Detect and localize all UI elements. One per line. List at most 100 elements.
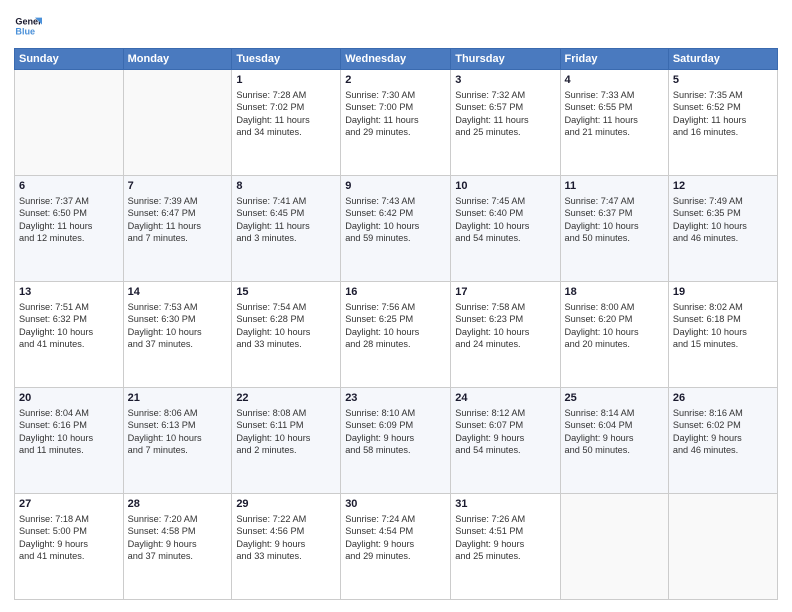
- calendar-cell: 14Sunrise: 7:53 AM Sunset: 6:30 PM Dayli…: [123, 282, 232, 388]
- day-number: 6: [19, 179, 119, 194]
- day-number: 25: [565, 391, 664, 406]
- calendar-cell: 18Sunrise: 8:00 AM Sunset: 6:20 PM Dayli…: [560, 282, 668, 388]
- day-number: 20: [19, 391, 119, 406]
- day-info: Sunrise: 7:45 AM Sunset: 6:40 PM Dayligh…: [455, 195, 555, 245]
- day-number: 31: [455, 497, 555, 512]
- day-number: 10: [455, 179, 555, 194]
- calendar-cell: 15Sunrise: 7:54 AM Sunset: 6:28 PM Dayli…: [232, 282, 341, 388]
- calendar-cell: 8Sunrise: 7:41 AM Sunset: 6:45 PM Daylig…: [232, 176, 341, 282]
- day-info: Sunrise: 7:26 AM Sunset: 4:51 PM Dayligh…: [455, 513, 555, 563]
- weekday-thursday: Thursday: [451, 49, 560, 70]
- day-info: Sunrise: 8:02 AM Sunset: 6:18 PM Dayligh…: [673, 301, 773, 351]
- calendar-week-2: 13Sunrise: 7:51 AM Sunset: 6:32 PM Dayli…: [15, 282, 778, 388]
- calendar-cell: 30Sunrise: 7:24 AM Sunset: 4:54 PM Dayli…: [341, 494, 451, 600]
- calendar-cell: 27Sunrise: 7:18 AM Sunset: 5:00 PM Dayli…: [15, 494, 124, 600]
- calendar-cell: 22Sunrise: 8:08 AM Sunset: 6:11 PM Dayli…: [232, 388, 341, 494]
- logo: General Blue: [14, 12, 42, 40]
- calendar-cell: 26Sunrise: 8:16 AM Sunset: 6:02 PM Dayli…: [668, 388, 777, 494]
- day-info: Sunrise: 7:28 AM Sunset: 7:02 PM Dayligh…: [236, 89, 336, 139]
- calendar-cell: [668, 494, 777, 600]
- day-number: 21: [128, 391, 228, 406]
- day-info: Sunrise: 7:41 AM Sunset: 6:45 PM Dayligh…: [236, 195, 336, 245]
- calendar-cell: 20Sunrise: 8:04 AM Sunset: 6:16 PM Dayli…: [15, 388, 124, 494]
- calendar-table: SundayMondayTuesdayWednesdayThursdayFrid…: [14, 48, 778, 600]
- day-number: 27: [19, 497, 119, 512]
- day-info: Sunrise: 7:54 AM Sunset: 6:28 PM Dayligh…: [236, 301, 336, 351]
- calendar-cell: 31Sunrise: 7:26 AM Sunset: 4:51 PM Dayli…: [451, 494, 560, 600]
- day-number: 5: [673, 73, 773, 88]
- day-number: 4: [565, 73, 664, 88]
- calendar-cell: 17Sunrise: 7:58 AM Sunset: 6:23 PM Dayli…: [451, 282, 560, 388]
- day-info: Sunrise: 7:20 AM Sunset: 4:58 PM Dayligh…: [128, 513, 228, 563]
- calendar-cell: 4Sunrise: 7:33 AM Sunset: 6:55 PM Daylig…: [560, 70, 668, 176]
- day-info: Sunrise: 7:43 AM Sunset: 6:42 PM Dayligh…: [345, 195, 446, 245]
- day-number: 1: [236, 73, 336, 88]
- calendar-cell: 29Sunrise: 7:22 AM Sunset: 4:56 PM Dayli…: [232, 494, 341, 600]
- day-info: Sunrise: 8:12 AM Sunset: 6:07 PM Dayligh…: [455, 407, 555, 457]
- day-number: 30: [345, 497, 446, 512]
- day-number: 18: [565, 285, 664, 300]
- day-number: 3: [455, 73, 555, 88]
- day-number: 9: [345, 179, 446, 194]
- day-info: Sunrise: 7:58 AM Sunset: 6:23 PM Dayligh…: [455, 301, 555, 351]
- weekday-tuesday: Tuesday: [232, 49, 341, 70]
- day-number: 7: [128, 179, 228, 194]
- calendar-cell: 1Sunrise: 7:28 AM Sunset: 7:02 PM Daylig…: [232, 70, 341, 176]
- calendar-cell: 21Sunrise: 8:06 AM Sunset: 6:13 PM Dayli…: [123, 388, 232, 494]
- day-info: Sunrise: 8:14 AM Sunset: 6:04 PM Dayligh…: [565, 407, 664, 457]
- day-info: Sunrise: 8:04 AM Sunset: 6:16 PM Dayligh…: [19, 407, 119, 457]
- calendar-cell: 19Sunrise: 8:02 AM Sunset: 6:18 PM Dayli…: [668, 282, 777, 388]
- calendar-cell: 7Sunrise: 7:39 AM Sunset: 6:47 PM Daylig…: [123, 176, 232, 282]
- calendar-cell: 13Sunrise: 7:51 AM Sunset: 6:32 PM Dayli…: [15, 282, 124, 388]
- page: General Blue SundayMondayTuesdayWednesda…: [0, 0, 792, 612]
- weekday-sunday: Sunday: [15, 49, 124, 70]
- calendar-cell: 10Sunrise: 7:45 AM Sunset: 6:40 PM Dayli…: [451, 176, 560, 282]
- calendar-cell: 9Sunrise: 7:43 AM Sunset: 6:42 PM Daylig…: [341, 176, 451, 282]
- day-info: Sunrise: 7:49 AM Sunset: 6:35 PM Dayligh…: [673, 195, 773, 245]
- calendar-cell: 12Sunrise: 7:49 AM Sunset: 6:35 PM Dayli…: [668, 176, 777, 282]
- calendar-week-4: 27Sunrise: 7:18 AM Sunset: 5:00 PM Dayli…: [15, 494, 778, 600]
- day-number: 17: [455, 285, 555, 300]
- day-number: 23: [345, 391, 446, 406]
- day-info: Sunrise: 7:39 AM Sunset: 6:47 PM Dayligh…: [128, 195, 228, 245]
- svg-text:Blue: Blue: [15, 26, 35, 36]
- calendar-cell: 16Sunrise: 7:56 AM Sunset: 6:25 PM Dayli…: [341, 282, 451, 388]
- weekday-friday: Friday: [560, 49, 668, 70]
- day-info: Sunrise: 8:00 AM Sunset: 6:20 PM Dayligh…: [565, 301, 664, 351]
- header: General Blue: [14, 12, 778, 40]
- calendar-cell: [123, 70, 232, 176]
- calendar-cell: 3Sunrise: 7:32 AM Sunset: 6:57 PM Daylig…: [451, 70, 560, 176]
- day-number: 13: [19, 285, 119, 300]
- calendar-cell: 11Sunrise: 7:47 AM Sunset: 6:37 PM Dayli…: [560, 176, 668, 282]
- calendar-cell: 5Sunrise: 7:35 AM Sunset: 6:52 PM Daylig…: [668, 70, 777, 176]
- weekday-header-row: SundayMondayTuesdayWednesdayThursdayFrid…: [15, 49, 778, 70]
- calendar-cell: 25Sunrise: 8:14 AM Sunset: 6:04 PM Dayli…: [560, 388, 668, 494]
- day-number: 22: [236, 391, 336, 406]
- day-info: Sunrise: 8:08 AM Sunset: 6:11 PM Dayligh…: [236, 407, 336, 457]
- day-info: Sunrise: 7:22 AM Sunset: 4:56 PM Dayligh…: [236, 513, 336, 563]
- weekday-saturday: Saturday: [668, 49, 777, 70]
- day-info: Sunrise: 8:16 AM Sunset: 6:02 PM Dayligh…: [673, 407, 773, 457]
- day-info: Sunrise: 7:47 AM Sunset: 6:37 PM Dayligh…: [565, 195, 664, 245]
- day-number: 26: [673, 391, 773, 406]
- calendar-cell: [560, 494, 668, 600]
- day-info: Sunrise: 7:24 AM Sunset: 4:54 PM Dayligh…: [345, 513, 446, 563]
- day-info: Sunrise: 7:30 AM Sunset: 7:00 PM Dayligh…: [345, 89, 446, 139]
- day-number: 16: [345, 285, 446, 300]
- day-number: 19: [673, 285, 773, 300]
- weekday-monday: Monday: [123, 49, 232, 70]
- day-info: Sunrise: 8:10 AM Sunset: 6:09 PM Dayligh…: [345, 407, 446, 457]
- day-number: 14: [128, 285, 228, 300]
- calendar-cell: 28Sunrise: 7:20 AM Sunset: 4:58 PM Dayli…: [123, 494, 232, 600]
- calendar-cell: 6Sunrise: 7:37 AM Sunset: 6:50 PM Daylig…: [15, 176, 124, 282]
- day-number: 11: [565, 179, 664, 194]
- day-number: 8: [236, 179, 336, 194]
- day-number: 2: [345, 73, 446, 88]
- day-info: Sunrise: 7:18 AM Sunset: 5:00 PM Dayligh…: [19, 513, 119, 563]
- day-number: 24: [455, 391, 555, 406]
- day-info: Sunrise: 7:33 AM Sunset: 6:55 PM Dayligh…: [565, 89, 664, 139]
- day-info: Sunrise: 7:53 AM Sunset: 6:30 PM Dayligh…: [128, 301, 228, 351]
- calendar-week-1: 6Sunrise: 7:37 AM Sunset: 6:50 PM Daylig…: [15, 176, 778, 282]
- day-number: 12: [673, 179, 773, 194]
- day-info: Sunrise: 7:37 AM Sunset: 6:50 PM Dayligh…: [19, 195, 119, 245]
